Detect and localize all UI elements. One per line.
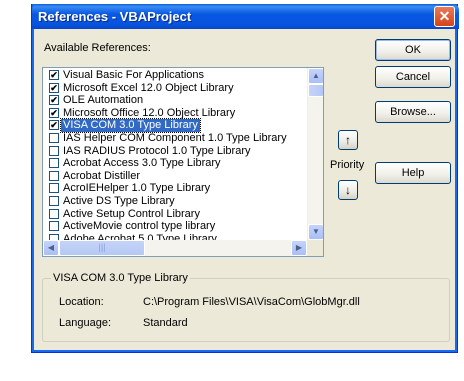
vertical-scroll-thumb[interactable] bbox=[308, 84, 323, 97]
scroll-left-icon: ◀ bbox=[47, 243, 55, 252]
reference-checkbox[interactable] bbox=[49, 208, 59, 219]
title-bar[interactable]: References - VBAProject ✕ bbox=[32, 4, 459, 29]
reference-item[interactable]: IAS RADIUS Protocol 1.0 Type Library bbox=[43, 145, 307, 158]
vertical-scrollbar[interactable]: ▲ ▼ bbox=[307, 68, 323, 240]
reference-label: VISA COM 3.0 Type Library bbox=[60, 118, 201, 133]
reference-label: OLE Automation bbox=[63, 94, 144, 107]
reference-label: ActiveMovie control type library bbox=[63, 220, 216, 233]
reference-item[interactable]: ✔ OLE Automation bbox=[43, 94, 307, 107]
scroll-right-button[interactable]: ▶ bbox=[291, 240, 307, 256]
reference-checkbox[interactable]: ✔ bbox=[49, 70, 59, 80]
reference-item[interactable]: Acrobat Distiller bbox=[43, 170, 307, 183]
priority-label: Priority bbox=[330, 159, 365, 171]
reference-checkbox[interactable] bbox=[49, 195, 59, 206]
priority-up-button[interactable]: ↑ bbox=[338, 130, 358, 150]
reference-label: Visual Basic For Applications bbox=[63, 69, 205, 81]
ok-button[interactable]: OK bbox=[375, 39, 451, 61]
reference-label: Microsoft Excel 12.0 Object Library bbox=[63, 81, 234, 94]
reference-item[interactable]: ActiveMovie control type library bbox=[43, 220, 307, 233]
reference-checkbox[interactable] bbox=[49, 170, 59, 181]
reference-checkbox[interactable]: ✔ bbox=[49, 82, 59, 93]
scrollbar-corner bbox=[307, 240, 323, 256]
reference-label: IAS RADIUS Protocol 1.0 Type Library bbox=[63, 144, 251, 157]
help-button[interactable]: Help bbox=[375, 162, 451, 184]
reference-details-group: VISA COM 3.0 Type Library Location: C:\P… bbox=[42, 272, 450, 342]
language-label: Language: bbox=[59, 317, 111, 329]
reference-item[interactable]: AcroIEHelper 1.0 Type Library bbox=[43, 182, 307, 195]
reference-label: Active DS Type Library bbox=[63, 194, 175, 207]
details-group-title: VISA COM 3.0 Type Library bbox=[51, 272, 190, 284]
reference-checkbox[interactable]: ✔ bbox=[49, 95, 59, 106]
arrow-down-icon: ↓ bbox=[345, 183, 351, 197]
reference-label: AcroIEHelper 1.0 Type Library bbox=[63, 182, 211, 195]
location-label: Location: bbox=[59, 296, 104, 308]
scroll-down-button[interactable]: ▼ bbox=[308, 224, 323, 240]
grip-icon: ||| bbox=[98, 242, 106, 252]
reference-checkbox[interactable] bbox=[49, 132, 59, 143]
reference-item[interactable]: ✔ Visual Basic For Applications bbox=[43, 69, 307, 82]
reference-item[interactable]: Active DS Type Library bbox=[43, 195, 307, 208]
reference-label: Acrobat Access 3.0 Type Library bbox=[63, 157, 221, 170]
references-dialog: References - VBAProject ✕ Available Refe… bbox=[31, 4, 459, 353]
reference-item[interactable]: Active Setup Control Library bbox=[43, 208, 307, 221]
language-value: Standard bbox=[143, 317, 188, 329]
reference-item[interactable]: ✔ VISA COM 3.0 Type Library bbox=[43, 118, 307, 133]
reference-checkbox[interactable] bbox=[49, 158, 59, 169]
references-list[interactable]: ✔ Visual Basic For Applications ✔ Microsoft… bbox=[42, 67, 324, 257]
priority-down-button[interactable]: ↓ bbox=[338, 180, 358, 200]
reference-item[interactable]: IAS Helper COM Component 1.0 Type Librar… bbox=[43, 132, 307, 145]
reference-checkbox[interactable] bbox=[49, 145, 59, 156]
scroll-right-icon: ▶ bbox=[295, 243, 303, 252]
scroll-up-icon: ▲ bbox=[312, 71, 320, 80]
reference-checkbox[interactable]: ✔ bbox=[49, 120, 59, 131]
horizontal-scroll-thumb[interactable]: ||| bbox=[59, 240, 145, 256]
reference-item[interactable]: Acrobat Access 3.0 Type Library bbox=[43, 157, 307, 170]
reference-label: IAS Helper COM Component 1.0 Type Librar… bbox=[63, 131, 287, 144]
reference-checkbox[interactable] bbox=[49, 221, 59, 232]
cancel-button[interactable]: Cancel bbox=[375, 66, 451, 88]
reference-item[interactable]: ✔ Microsoft Office 12.0 Object Library bbox=[43, 107, 307, 120]
location-value: C:\Program Files\VISA\VisaCom\GlobMgr.dl… bbox=[143, 296, 360, 308]
close-button[interactable]: ✕ bbox=[434, 6, 455, 27]
reference-checkbox[interactable]: ✔ bbox=[49, 107, 59, 118]
references-rows: ✔ Visual Basic For Applications ✔ Microsoft… bbox=[43, 69, 307, 245]
reference-label: Microsoft Office 12.0 Object Library bbox=[63, 106, 236, 119]
scroll-down-icon: ▼ bbox=[312, 227, 320, 236]
arrow-up-icon: ↑ bbox=[345, 133, 351, 147]
scroll-up-button[interactable]: ▲ bbox=[308, 68, 323, 84]
scroll-left-button[interactable]: ◀ bbox=[43, 240, 59, 256]
reference-item[interactable]: ✔ Microsoft Excel 12.0 Object Library bbox=[43, 82, 307, 95]
available-references-label: Available References: bbox=[44, 42, 151, 54]
window-title: References - VBAProject bbox=[38, 9, 192, 24]
reference-label: Active Setup Control Library bbox=[63, 207, 200, 220]
reference-checkbox[interactable] bbox=[49, 183, 59, 194]
horizontal-scrollbar[interactable]: ◀ ||| ▶ bbox=[43, 240, 307, 256]
close-icon: ✕ bbox=[438, 8, 451, 24]
reference-label: Acrobat Distiller bbox=[63, 169, 141, 182]
browse-button[interactable]: Browse... bbox=[375, 101, 451, 123]
